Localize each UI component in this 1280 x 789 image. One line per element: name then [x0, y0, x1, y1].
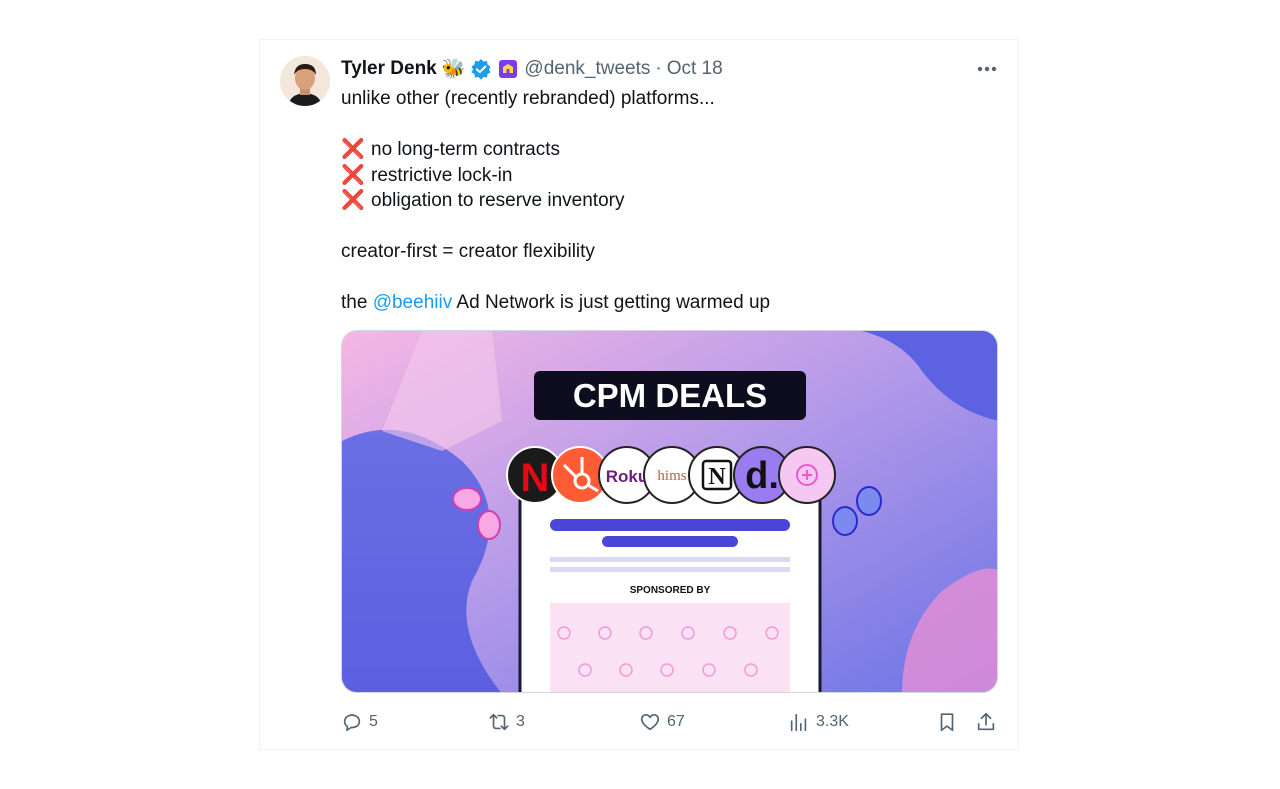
netflix-logo: N — [521, 456, 550, 500]
reply-count: 5 — [369, 713, 378, 730]
like-count: 67 — [667, 713, 685, 730]
tweet-line-3: the @beehiiv Ad Network is just getting … — [341, 290, 981, 316]
bookmark-button[interactable] — [936, 708, 958, 736]
share-button[interactable] — [975, 708, 997, 736]
more-icon — [977, 66, 997, 72]
bullet-item: ❌ restrictive lock-in — [341, 163, 981, 189]
roku-logo: Roku — [606, 467, 649, 486]
d-logo: d. — [745, 455, 779, 497]
tweet-media-image[interactable]: CPM DEALS SPONSORED BY N Roku hims N d. — [341, 330, 998, 693]
cross-mark-icon: ❌ — [341, 190, 365, 211]
cross-mark-icon: ❌ — [341, 139, 365, 160]
reply-button[interactable]: 5 — [341, 708, 378, 736]
views-icon — [790, 713, 807, 732]
bee-emoji: 🐝 — [441, 59, 466, 80]
retweet-count: 3 — [516, 713, 525, 730]
tweet-line-1: unlike other (recently rebranded) platfo… — [341, 88, 715, 109]
avatar[interactable] — [280, 56, 330, 106]
mention-link[interactable]: @beehiiv — [373, 292, 453, 313]
bullet-text: no long-term contracts — [371, 139, 561, 160]
author-name[interactable]: Tyler Denk — [341, 58, 437, 80]
retweet-icon — [489, 713, 509, 731]
verified-icon — [470, 58, 492, 80]
tweet-text: unlike other (recently rebranded) platfo… — [341, 86, 981, 316]
sponsored-label: SPONSORED BY — [630, 585, 711, 596]
hims-logo: hims — [657, 468, 686, 484]
tweet-header: Tyler Denk 🐝 @denk_tweets · Oct 18 — [341, 55, 723, 83]
line3-prefix: the — [341, 292, 373, 313]
share-icon — [977, 712, 995, 731]
more-options-button[interactable] — [972, 56, 1002, 82]
bullet-item: ❌ no long-term contracts — [341, 137, 981, 163]
tweet-action-bar: 5 3 67 3.3K — [341, 708, 1001, 736]
affiliate-badge-icon[interactable] — [497, 58, 519, 80]
bullet-text: restrictive lock-in — [371, 164, 513, 186]
like-icon — [640, 714, 660, 731]
tweet-line-2: creator-first = creator flexibility — [341, 241, 595, 262]
views-button[interactable]: 3.3K — [788, 708, 849, 736]
cross-mark-icon: ❌ — [341, 164, 365, 186]
retweet-button[interactable]: 3 — [488, 708, 525, 736]
separator-dot: · — [655, 58, 662, 79]
tweet-date[interactable]: Oct 18 — [667, 58, 723, 80]
author-handle[interactable]: @denk_tweets — [524, 58, 650, 80]
like-button[interactable]: 67 — [639, 708, 685, 736]
views-count: 3.3K — [816, 713, 849, 730]
bullet-item: ❌ obligation to reserve inventory — [341, 188, 981, 214]
notion-logo: N — [708, 464, 726, 490]
banner-text: CPM DEALS — [573, 377, 767, 414]
reply-icon — [343, 714, 361, 732]
bullet-text: obligation to reserve inventory — [371, 190, 625, 211]
bookmark-icon — [940, 713, 954, 732]
line3-suffix: Ad Network is just getting warmed up — [452, 292, 771, 313]
